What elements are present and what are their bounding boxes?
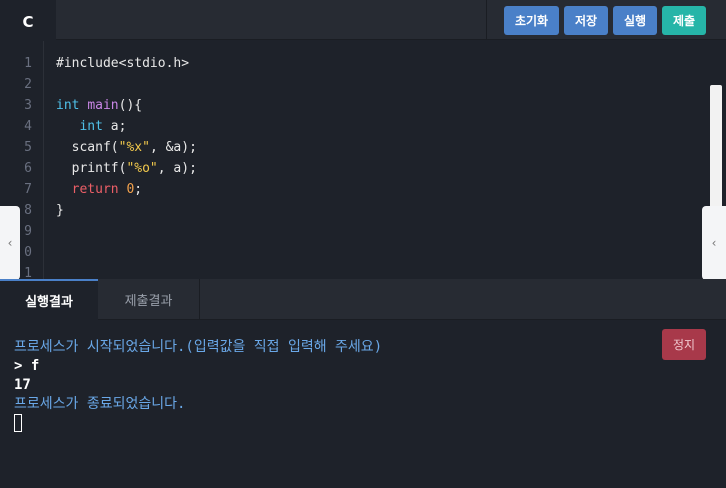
code-line-8: } — [56, 200, 64, 221]
code-line-1: #include<stdio.h> — [56, 53, 189, 74]
stop-button[interactable]: 정지 — [662, 329, 706, 360]
tab-submit-result[interactable]: 제출결과 — [98, 279, 200, 320]
code-token: a; — [102, 119, 127, 134]
code-token: , &a); — [149, 140, 197, 155]
save-button[interactable]: 저장 — [564, 6, 608, 35]
code-token: return — [71, 182, 119, 197]
code-token: (){ — [118, 98, 143, 113]
code-token: int — [56, 98, 80, 113]
code-token: main — [87, 98, 119, 113]
console-cursor[interactable] — [14, 414, 22, 432]
chevron-left-icon: ‹ — [711, 236, 717, 250]
left-panel-toggle[interactable]: ‹ — [0, 206, 20, 280]
code-editor[interactable]: 1 2 3 4 5 6 7 8 9 0 1 #include<stdio.h> … — [0, 41, 726, 279]
line-number: 2 — [24, 77, 32, 92]
code-line-6: printf("%o", a); — [56, 158, 197, 179]
code-token: , a); — [157, 161, 197, 176]
code-line-7: return 0; — [56, 179, 142, 200]
code-token: #include<stdio.h> — [56, 56, 190, 71]
code-line-4: int a; — [56, 116, 126, 137]
right-panel-toggle[interactable]: ‹ — [702, 206, 726, 280]
editor-toolbar: C 초기화 저장 실행 제출 — [0, 0, 726, 41]
result-tab-bar: 실행결과 제출결과 — [0, 279, 726, 320]
reset-button[interactable]: 초기화 — [504, 6, 559, 35]
line-number: 1 — [24, 56, 32, 71]
console-line: 프로세스가 시작되었습니다.(입력값을 직접 입력해 주세요) — [14, 339, 383, 355]
language-tab[interactable]: C — [0, 0, 56, 41]
code-token: printf( — [71, 161, 127, 176]
line-number: 5 — [24, 140, 32, 155]
console-line: 17 — [14, 377, 31, 393]
tab-run-result[interactable]: 실행결과 — [0, 279, 98, 320]
code-token: int — [79, 119, 103, 134]
chevron-left-icon: ‹ — [7, 236, 13, 250]
toolbar-divider — [486, 0, 487, 40]
console-line: > f — [14, 358, 40, 374]
run-button[interactable]: 실행 — [613, 6, 657, 35]
code-token: "%x" — [118, 140, 150, 155]
code-token: } — [56, 203, 64, 218]
code-token: "%o" — [126, 161, 158, 176]
code-token: ; — [134, 182, 143, 197]
line-number: 3 — [24, 98, 32, 113]
line-number: 4 — [24, 119, 32, 134]
code-token: scanf( — [71, 140, 119, 155]
console-output[interactable]: 정지 프로세스가 시작되었습니다.(입력값을 직접 입력해 주세요) > f 1… — [0, 321, 726, 488]
line-number: 7 — [24, 182, 32, 197]
console-line: 프로세스가 종료되었습니다. — [14, 396, 186, 412]
code-line-3: int main(){ — [56, 95, 142, 116]
line-number: 6 — [24, 161, 32, 176]
code-line-5: scanf("%x", &a); — [56, 137, 197, 158]
submit-button[interactable]: 제출 — [662, 6, 706, 35]
